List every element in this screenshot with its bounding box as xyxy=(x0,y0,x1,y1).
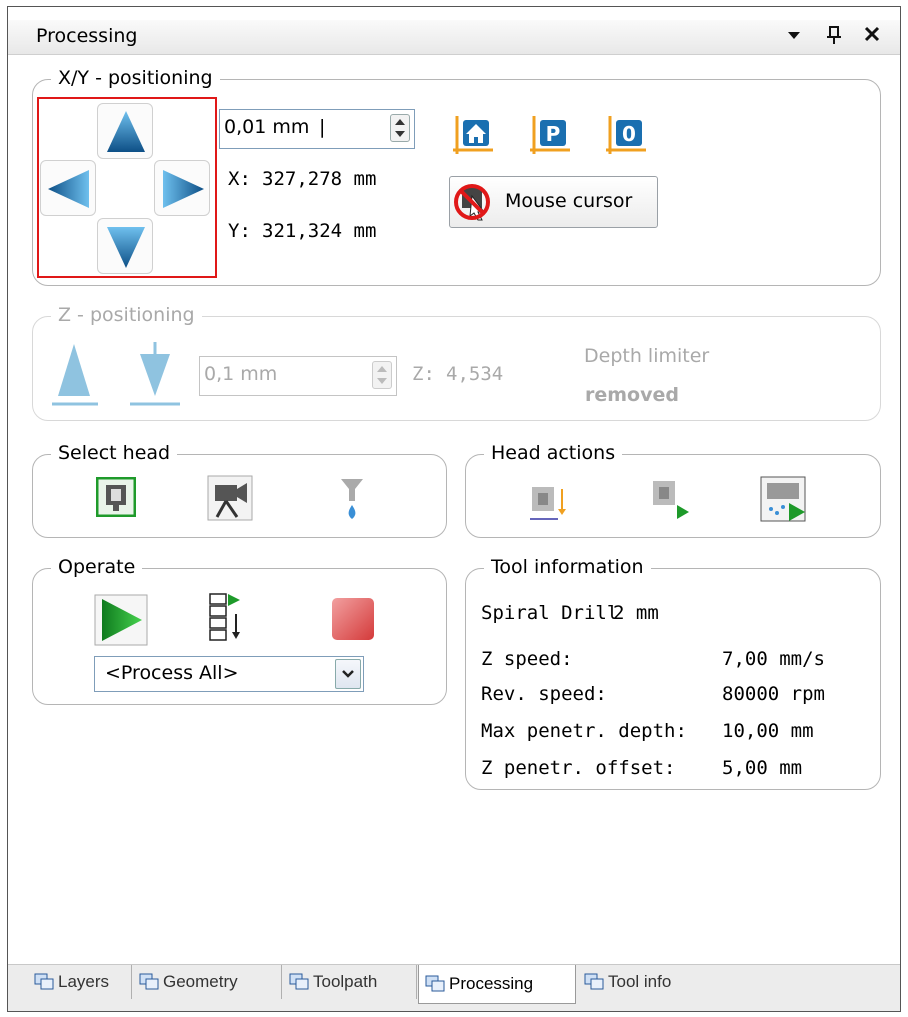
dispenser-icon xyxy=(341,479,363,519)
tab-label: Toolpath xyxy=(313,972,378,991)
xy-step-value: 0,01 mm xyxy=(224,116,310,138)
step-process-button[interactable] xyxy=(208,592,244,642)
tool-size: 2 mm xyxy=(613,602,659,624)
tab-label: Layers xyxy=(58,972,110,991)
tool-info-label: Rev. speed: xyxy=(481,683,607,705)
z-up-icon xyxy=(52,344,98,406)
tab-tool-info[interactable]: Tool info xyxy=(578,965,703,999)
tab-processing[interactable]: Processing xyxy=(418,965,576,1004)
tool-info-value: 80000 rpm xyxy=(722,683,825,705)
run-head-button[interactable] xyxy=(645,479,693,525)
tool-info-label: Z penetr. offset: xyxy=(481,757,676,779)
camera-head-button[interactable] xyxy=(207,475,253,521)
xy-step-spinner[interactable] xyxy=(390,114,410,142)
window-icon xyxy=(584,973,604,990)
tab-toolpath[interactable]: Toolpath xyxy=(283,965,417,999)
dispenser-head-button[interactable] xyxy=(337,477,367,523)
tab-geometry[interactable]: Geometry xyxy=(133,965,282,999)
pin-icon[interactable] xyxy=(820,24,848,50)
window-icon xyxy=(34,973,54,990)
tool-info-label: Z speed: xyxy=(481,648,573,670)
depth-limiter-label: Depth limiter xyxy=(584,345,710,367)
window-icon xyxy=(289,973,309,990)
chevron-down-icon[interactable] xyxy=(335,659,361,689)
stop-button[interactable] xyxy=(330,596,376,642)
process-select-value: <Process All> xyxy=(105,662,239,684)
x-value: 327,278 mm xyxy=(262,168,377,190)
mouse-cursor-disabled-icon xyxy=(454,184,490,221)
start-button[interactable] xyxy=(94,594,148,646)
park-position-button[interactable]: P xyxy=(528,114,572,160)
move-z-down-button[interactable] xyxy=(126,340,184,408)
drill-head-icon xyxy=(95,476,137,518)
z-step-value: 0,1 mm xyxy=(204,363,278,385)
head-down-icon xyxy=(530,487,566,520)
zero-icon: 0 xyxy=(606,116,646,154)
head-run-icon xyxy=(653,481,689,519)
close-icon[interactable] xyxy=(858,24,886,50)
step-list-icon xyxy=(209,593,240,641)
z-legend: Z - positioning xyxy=(51,303,202,327)
z-step-spinner[interactable] xyxy=(372,361,392,389)
z-label: Z: xyxy=(412,363,435,385)
x-label: X: xyxy=(228,168,251,190)
panel-title-bar: Processing xyxy=(8,20,900,55)
head-down-button[interactable] xyxy=(528,481,570,523)
park-icon: P xyxy=(530,116,570,154)
tool-name: Spiral Drill xyxy=(481,602,619,624)
mouse-cursor-label: Mouse cursor xyxy=(505,190,633,212)
home-position-button[interactable] xyxy=(451,114,495,160)
zero-position-button[interactable]: 0 xyxy=(604,114,648,160)
tab-label: Geometry xyxy=(163,972,238,991)
tool-info-value: 10,00 mm xyxy=(722,720,814,742)
z-down-icon xyxy=(130,342,180,406)
y-label: Y: xyxy=(228,220,251,242)
operate-legend: Operate xyxy=(51,555,143,579)
panel-title: Processing xyxy=(36,25,138,47)
panel-tab-bar: Layers Geometry Toolpath Processing Tool… xyxy=(8,964,900,1011)
process-select[interactable]: <Process All> xyxy=(94,656,364,692)
tool-info-label: Max penetr. depth: xyxy=(481,720,687,742)
tab-label: Tool info xyxy=(608,972,672,991)
play-icon xyxy=(94,594,148,646)
path-run-icon xyxy=(760,476,806,522)
tool-info-value: 7,00 mm/s xyxy=(722,648,825,670)
drill-head-button[interactable] xyxy=(95,476,137,518)
direction-pad-highlight xyxy=(37,97,217,278)
svg-text:P: P xyxy=(546,122,561,146)
run-path-button[interactable] xyxy=(759,475,811,525)
move-z-up-button[interactable] xyxy=(46,340,102,408)
select-head-legend: Select head xyxy=(51,441,178,465)
window-icon xyxy=(139,973,159,990)
tab-layers[interactable]: Layers xyxy=(28,965,132,999)
y-value: 321,324 mm xyxy=(262,220,377,242)
tool-info-legend: Tool information xyxy=(484,555,651,579)
svg-text:0: 0 xyxy=(622,122,636,146)
z-value: 4,534 xyxy=(446,363,504,385)
mouse-cursor-button[interactable]: Mouse cursor xyxy=(449,176,658,228)
dropdown-menu-icon[interactable] xyxy=(780,24,808,50)
stop-icon xyxy=(332,598,374,640)
camera-icon xyxy=(207,475,253,521)
home-icon xyxy=(453,116,493,154)
tab-label: Processing xyxy=(449,974,534,993)
xy-step-input[interactable]: 0,01 mm | xyxy=(219,109,415,149)
tool-info-value: 5,00 mm xyxy=(722,757,803,779)
xy-legend: X/Y - positioning xyxy=(51,66,220,90)
window-icon xyxy=(425,975,445,992)
head-actions-legend: Head actions xyxy=(484,441,623,465)
depth-limiter-status: removed xyxy=(585,384,679,406)
z-step-input[interactable]: 0,1 mm xyxy=(199,356,397,396)
